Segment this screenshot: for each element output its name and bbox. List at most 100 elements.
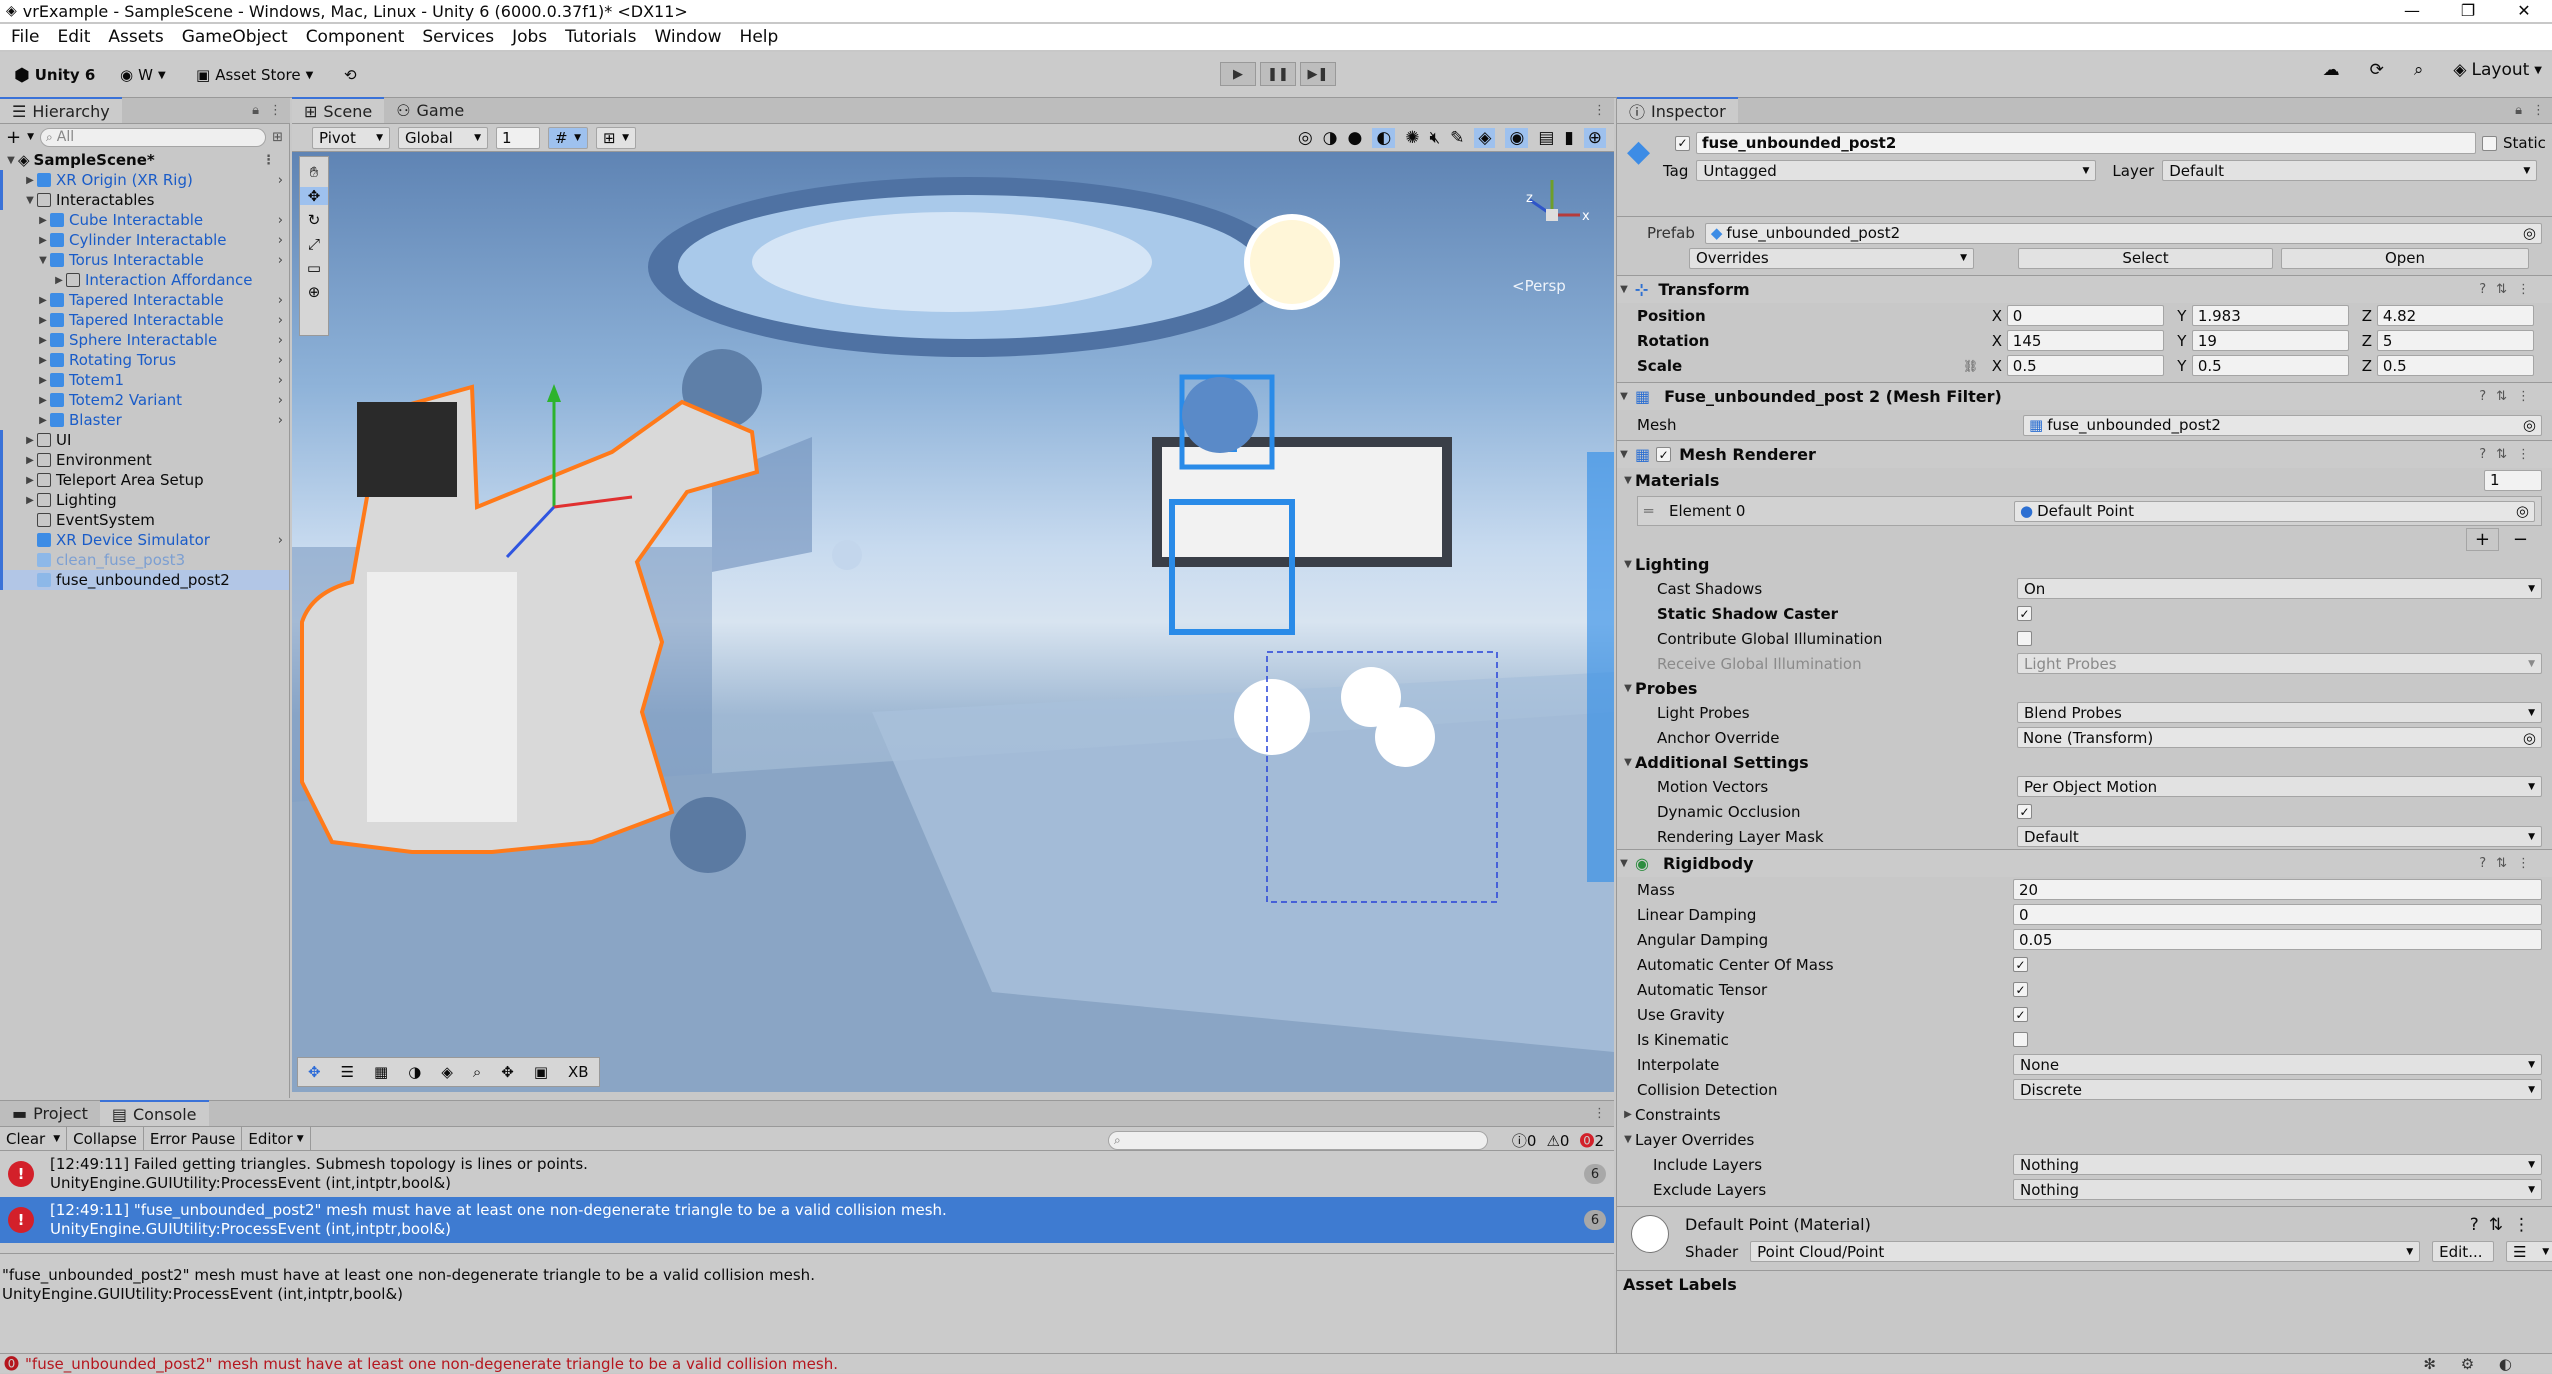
- drag-handle-icon[interactable]: ═: [1644, 502, 1653, 520]
- collision-detection-dropdown[interactable]: Discrete▼: [2013, 1079, 2542, 1100]
- expand-arrow-icon[interactable]: ▼: [1621, 1134, 1635, 1145]
- rendering-layer-mask-dropdown[interactable]: Default▼: [2017, 826, 2542, 847]
- error-count[interactable]: ⓿2: [1579, 1130, 1604, 1151]
- expand-arrow-icon[interactable]: ▶: [36, 415, 50, 426]
- kebab-menu-icon[interactable]: ⋮: [262, 153, 275, 168]
- shader-dropdown[interactable]: Point Cloud/Point▼: [1750, 1241, 2420, 1262]
- hierarchy-item[interactable]: ▶Rotating Torus›: [0, 350, 289, 370]
- menu-item-assets[interactable]: Assets: [99, 27, 172, 47]
- visibility-icon[interactable]: ◉: [1505, 128, 1528, 148]
- open-prefab-chevron-icon[interactable]: ›: [278, 313, 283, 328]
- layer-dropdown[interactable]: Default▼: [2162, 160, 2537, 181]
- shaded-wire-icon[interactable]: ◑: [1323, 128, 1338, 148]
- overrides-dropdown[interactable]: Overrides▼: [1689, 248, 1974, 269]
- include-layers-dropdown[interactable]: Nothing▼: [2013, 1154, 2542, 1175]
- link-icon[interactable]: ⛓: [1963, 359, 1978, 373]
- expand-arrow-icon[interactable]: ▶: [36, 295, 50, 306]
- expand-arrow-icon[interactable]: ▶: [36, 355, 50, 366]
- open-prefab-chevron-icon[interactable]: ›: [278, 353, 283, 368]
- open-prefab-chevron-icon[interactable]: ›: [278, 373, 283, 388]
- cloud-icon[interactable]: ☁: [2323, 60, 2340, 80]
- expand-arrow-icon[interactable]: ▼: [1617, 391, 1631, 402]
- hierarchy-item[interactable]: ▶XR Origin (XR Rig)›: [0, 170, 289, 190]
- scale-y-input[interactable]: 0.5: [2192, 355, 2349, 376]
- expand-arrow-icon[interactable]: ▶: [52, 275, 66, 286]
- play-button[interactable]: ▶: [1220, 62, 1256, 86]
- asset-labels-bar[interactable]: Asset Labels: [1617, 1270, 2552, 1298]
- rotation-x-input[interactable]: 145: [2007, 330, 2164, 351]
- linear-damping-input[interactable]: 0: [2013, 904, 2542, 925]
- hierarchy-item[interactable]: ▶Lighting: [0, 490, 289, 510]
- audio-mute-icon[interactable]: 🔇︎: [1429, 128, 1440, 148]
- probe-icon[interactable]: ◈: [441, 1063, 453, 1081]
- open-prefab-chevron-icon[interactable]: ›: [278, 293, 283, 308]
- hierarchy-item[interactable]: ▼Interactables: [0, 190, 289, 210]
- dynamic-occlusion-checkbox[interactable]: ✓: [2017, 804, 2032, 819]
- static-checkbox[interactable]: [2482, 136, 2497, 151]
- asset-store-button[interactable]: ▣ Asset Store ▼: [188, 60, 321, 90]
- hierarchy-item[interactable]: ▶Interaction Affordance: [0, 270, 289, 290]
- hierarchy-item[interactable]: ▶UI: [0, 430, 289, 450]
- kebab-menu-icon[interactable]: ⋮: [1593, 1106, 1606, 1121]
- expand-arrow-icon[interactable]: ▼: [1617, 449, 1631, 460]
- kebab-menu-icon[interactable]: ⋮: [2532, 103, 2545, 118]
- chevron-down-icon[interactable]: ▼: [27, 132, 34, 142]
- angular-damping-input[interactable]: 0.05: [2013, 929, 2542, 950]
- search-icon[interactable]: ⌕: [2414, 60, 2424, 80]
- expand-arrow-icon[interactable]: ▼: [1621, 559, 1635, 570]
- tab-project[interactable]: ▬ Project: [0, 1100, 100, 1126]
- hierarchy-item[interactable]: ▶Sphere Interactable›: [0, 330, 289, 350]
- object-name-input[interactable]: fuse_unbounded_post2: [1696, 132, 2476, 154]
- lighting-foldout[interactable]: ▼Lighting: [1621, 552, 2542, 576]
- expand-arrow-icon[interactable]: ▶: [23, 455, 37, 466]
- rotate-tool-icon[interactable]: ↻: [308, 211, 321, 229]
- snap-toggle[interactable]: ⊞▼: [596, 127, 636, 149]
- open-prefab-chevron-icon[interactable]: ›: [278, 333, 283, 348]
- clear-button[interactable]: Clear▼: [0, 1127, 67, 1151]
- transform-header[interactable]: ▼ ⊹ Transform ?⇅⋮: [1617, 275, 2552, 303]
- move-icon[interactable]: ✥: [308, 1063, 321, 1081]
- open-prefab-chevron-icon[interactable]: ›: [278, 413, 283, 428]
- component-header-icons[interactable]: ?⇅⋮: [2470, 1215, 2540, 1235]
- editor-dropdown[interactable]: Editor▼: [242, 1127, 310, 1151]
- target-icon[interactable]: ◎: [2523, 224, 2536, 242]
- remove-element-button[interactable]: −: [2513, 529, 2528, 550]
- sliders-icon[interactable]: ☰: [341, 1063, 354, 1081]
- history-icon[interactable]: ⟳: [2370, 60, 2384, 80]
- grid-snap-input[interactable]: 1: [496, 127, 540, 149]
- hierarchy-item[interactable]: ▶Totem2 Variant›: [0, 390, 289, 410]
- expand-arrow-icon[interactable]: ▶: [23, 175, 37, 186]
- active-checkbox[interactable]: ✓: [1675, 136, 1690, 151]
- scale-z-input[interactable]: 0.5: [2377, 355, 2534, 376]
- account-dropdown[interactable]: ◉ W ▼: [112, 60, 174, 90]
- open-prefab-chevron-icon[interactable]: ›: [278, 213, 283, 228]
- scale-tool-icon[interactable]: ⤢: [308, 235, 320, 253]
- position-x-input[interactable]: 0: [2007, 305, 2164, 326]
- rect-tool-icon[interactable]: ▭: [307, 259, 321, 277]
- draw-mode-icon[interactable]: ▤: [1538, 128, 1554, 148]
- menu-item-gameobject[interactable]: GameObject: [173, 27, 297, 47]
- target-icon[interactable]: ◎: [2516, 502, 2529, 520]
- xb-label[interactable]: XB: [568, 1063, 589, 1081]
- prefab-field[interactable]: ◆fuse_unbounded_post2◎: [1705, 223, 2542, 244]
- expand-arrow-icon[interactable]: ▶: [23, 435, 37, 446]
- global-dropdown[interactable]: Global▼: [398, 127, 488, 149]
- materials-count-input[interactable]: 1: [2484, 470, 2542, 491]
- tab-game[interactable]: ⚇ Game: [384, 97, 476, 123]
- orientation-gizmo[interactable]: z x: [1502, 160, 1602, 260]
- exclude-layers-dropdown[interactable]: Nothing▼: [2013, 1179, 2542, 1200]
- lit-icon[interactable]: ◐: [1372, 128, 1395, 148]
- zoom-icon[interactable]: ⌕: [473, 1063, 481, 1081]
- restore-button[interactable]: ❐: [2440, 0, 2496, 22]
- hierarchy-search-input[interactable]: ⌕ All: [40, 128, 266, 147]
- error-pause-button[interactable]: Error Pause: [144, 1127, 242, 1151]
- console-entry[interactable]: ![12:49:11] "fuse_unbounded_post2" mesh …: [0, 1197, 1614, 1243]
- expand-arrow-icon[interactable]: ▼: [1621, 683, 1635, 694]
- anchor-override-input[interactable]: None (Transform)◎: [2017, 727, 2542, 748]
- hierarchy-item[interactable]: EventSystem: [0, 510, 289, 530]
- probes-foldout[interactable]: ▼Probes: [1621, 676, 2542, 700]
- rotation-y-input[interactable]: 19: [2192, 330, 2349, 351]
- lighting-icon[interactable]: ◑: [408, 1063, 421, 1081]
- expand-arrow-icon[interactable]: ▼: [1621, 757, 1635, 768]
- contribute-gi-checkbox[interactable]: [2017, 631, 2032, 646]
